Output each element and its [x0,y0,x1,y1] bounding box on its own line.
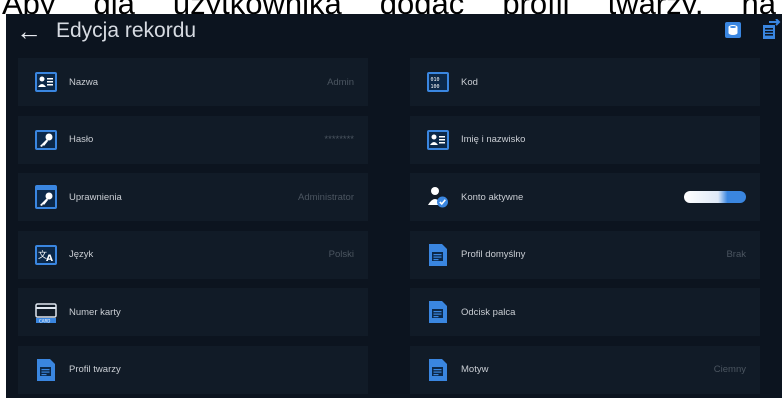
translate-icon: 文 A [35,243,57,267]
device-screen: ← Edycja rekordu Nazwa Admin Hasło *****… [6,14,782,398]
field-row-numer-karty[interactable]: CARD Numer karty [18,288,368,336]
document-icon [427,358,449,382]
svg-text:010: 010 [431,77,440,83]
field-label: Nazwa [69,76,99,88]
user-check-icon [427,185,449,209]
field-row-nazwa[interactable]: Nazwa Admin [18,58,368,106]
back-arrow-icon[interactable]: ← [16,18,42,44]
database-icon[interactable] [722,19,744,41]
user-id-card-icon [427,128,449,152]
svg-text:A: A [46,254,53,264]
key-permissions-icon [35,185,57,209]
document-icon [427,300,449,324]
toolbar-icons [722,19,782,41]
key-icon [35,128,57,152]
field-value: Brak [726,249,746,260]
export-icon[interactable] [760,19,782,41]
field-row-haslo[interactable]: Hasło ******** [18,115,368,164]
field-row-odcisk-palca[interactable]: Odcisk palca [410,288,760,336]
document-icon [35,358,57,382]
document-icon [427,243,449,267]
field-label: Konto aktywne [461,191,524,203]
field-value: Polski [328,249,354,260]
field-label: Uprawnienia [69,191,122,203]
field-label: Język [69,249,94,260]
page-title: Edycja rekordu [56,18,197,42]
field-value: ******** [324,134,354,145]
field-row-profil-domyslny[interactable]: Profil domyślny Brak [410,230,760,279]
field-row-profil-twarzy[interactable]: Profil twarzy [18,345,368,394]
top-bar: ← Edycja rekordu [6,14,782,47]
account-active-toggle[interactable] [684,191,746,203]
svg-text:CARD: CARD [39,318,50,323]
field-label: Odcisk palca [461,306,516,318]
barcode-icon: 010 100 [427,70,449,94]
field-row-uprawnienia[interactable]: Uprawnienia Administrator [18,173,368,221]
field-row-imie-i-nazwisko[interactable]: Imię i nazwisko [410,115,760,164]
field-label: Numer karty [69,306,121,318]
field-label: Profil twarzy [69,364,121,375]
field-value: Administrator [298,191,354,203]
field-row-motyw[interactable]: Motyw Ciemny [410,345,760,394]
field-value: Admin [327,76,354,88]
field-row-jezyk[interactable]: 文 A Język Polski [18,230,368,279]
field-label: Kod [461,76,478,88]
field-label: Hasło [69,134,94,145]
user-id-card-icon [35,70,57,94]
svg-text:100: 100 [431,84,440,90]
field-label: Imię i nazwisko [461,134,526,145]
field-label: Motyw [461,364,489,375]
card-icon: CARD [35,300,57,324]
field-label: Profil domyślny [461,249,526,260]
field-value: Ciemny [713,364,746,375]
field-row-konto-aktywne[interactable]: Konto aktywne [410,173,760,221]
field-row-kod[interactable]: 010 100 Kod [410,58,760,106]
